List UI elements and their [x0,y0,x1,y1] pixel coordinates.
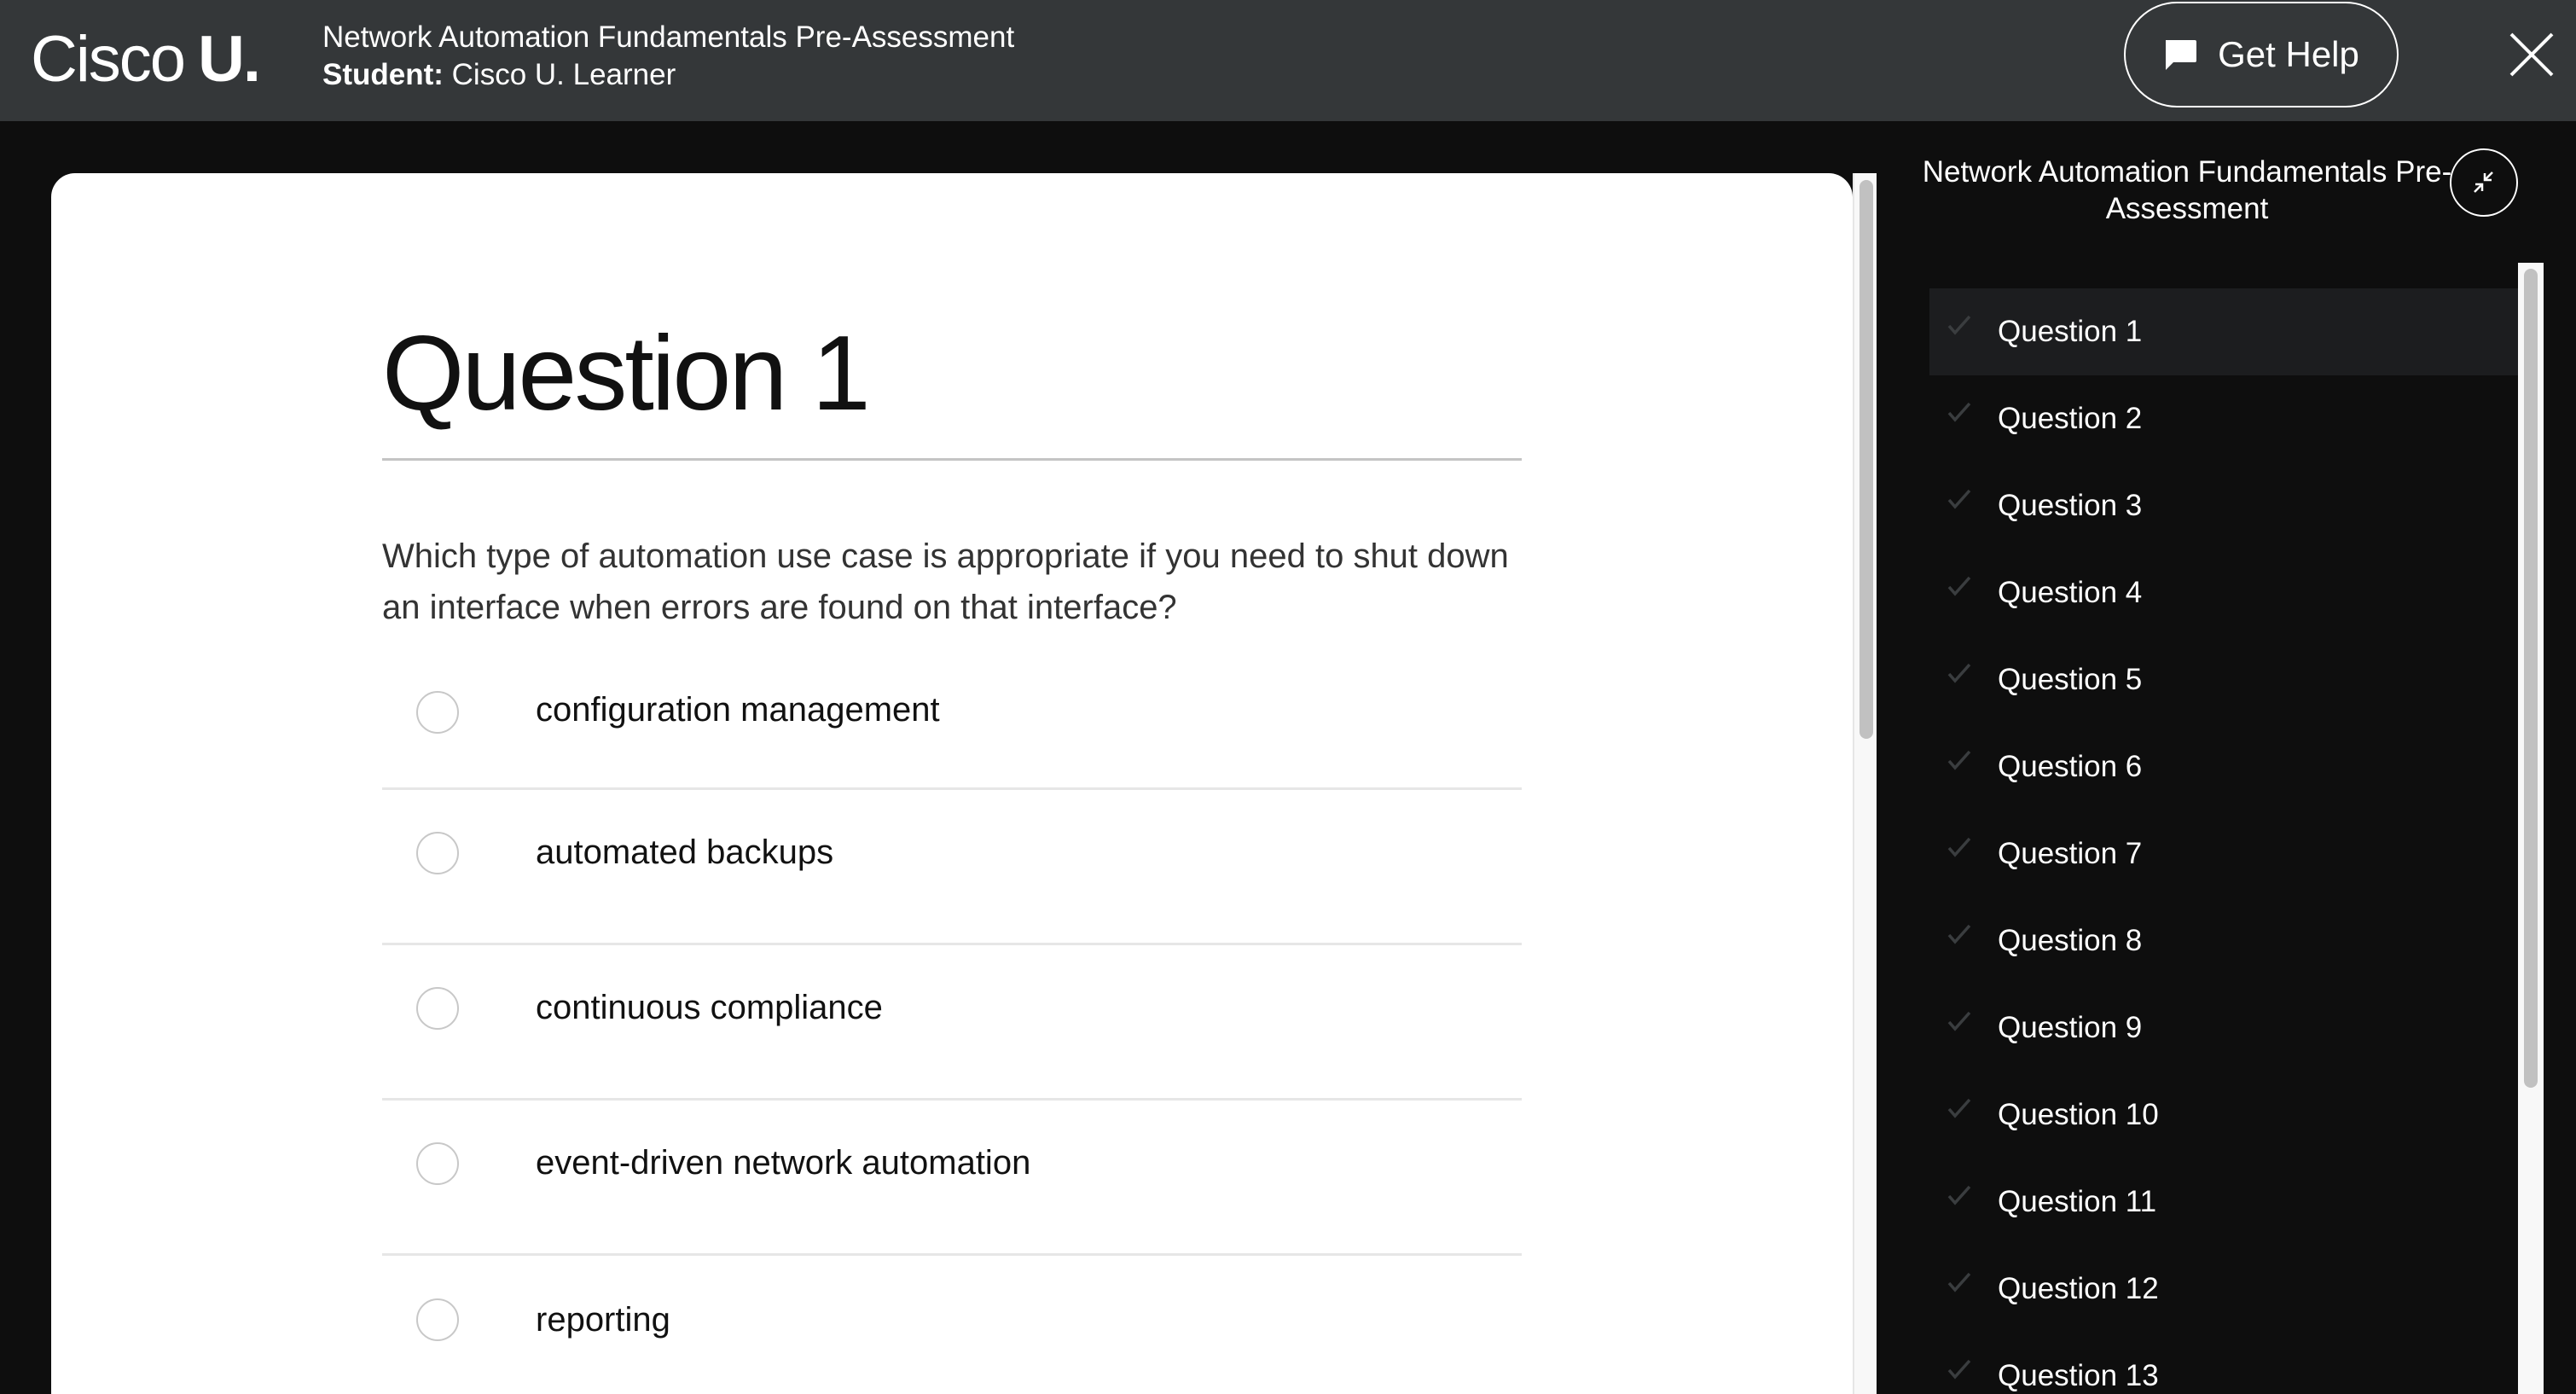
answer-option[interactable]: event-driven network automation [382,1101,1522,1256]
question-text: Which type of automation use case is app… [382,537,1509,626]
sidebar-item-question-10[interactable]: Question 10 [1929,1072,2518,1159]
sidebar-item-question-12[interactable]: Question 12 [1929,1246,2518,1333]
top-header: Cisco U. Network Automation Fundamentals … [0,0,2576,121]
sidebar-title: Network Automation Fundamentals Pre-Asse… [1922,155,2452,225]
question-card: Question 1 Which type of automation use … [51,173,1853,1394]
sidebar-scrollbar-thumb[interactable] [2524,269,2538,1088]
sidebar-item-label: Question 9 [1998,1011,2143,1044]
radio-button[interactable] [416,1298,459,1341]
check-icon [1947,750,1971,770]
check-icon [1947,1359,1971,1379]
sidebar-item-label: Question 6 [1998,750,2143,783]
option-label: continuous compliance [536,989,883,1026]
check-icon [1947,1011,1971,1031]
cisco-u-logo: Cisco U. [31,17,261,102]
close-button[interactable] [2508,31,2556,78]
answer-option[interactable]: automated backups [382,790,1522,945]
logo-text-bold: U. [198,23,261,96]
card-scrollbar[interactable] [1853,173,1877,1394]
course-title: Network Automation Fundamentals Pre-Asse… [322,20,1015,54]
radio-button[interactable] [416,1141,459,1185]
sidebar-item-label: Question 13 [1998,1359,2159,1392]
sidebar-item-label: Question 3 [1998,489,2143,522]
collapse-icon [2474,171,2493,193]
sidebar-item-label: Question 5 [1998,663,2143,696]
sidebar-item-label: Question 11 [1998,1185,2157,1218]
question-title: Question 1 [382,315,871,433]
question-content: Question 1 Which type of automation use … [382,173,1522,1394]
option-label: reporting [536,1300,670,1339]
check-icon [1947,315,1971,335]
check-icon [1947,1098,1971,1118]
student-label: Student: [322,58,444,91]
sidebar-item-question-3[interactable]: Question 3 [1929,462,2518,549]
sidebar-item-question-6[interactable]: Question 6 [1929,723,2518,810]
sidebar-item-label: Question 7 [1998,837,2143,870]
check-icon [1947,1272,1971,1292]
radio-button[interactable] [416,831,459,874]
option-label: automated backups [536,833,834,871]
sidebar-item-label: Question 12 [1998,1272,2159,1305]
answer-option[interactable]: configuration management [382,671,1522,790]
check-icon [1947,1185,1971,1205]
title-divider [382,458,1522,461]
sidebar-item-label: Question 2 [1998,402,2143,435]
sidebar-item-question-9[interactable]: Question 9 [1929,985,2518,1072]
card-scrollbar-thumb[interactable] [1859,180,1873,739]
sidebar-scrollbar[interactable] [2518,263,2544,1394]
radio-button[interactable] [416,986,459,1030]
sidebar-item-label: Question 8 [1998,924,2143,957]
answer-options: configuration management automated backu… [382,671,1522,1394]
sidebar-item-label: Question 4 [1998,576,2143,609]
check-icon [1947,489,1971,509]
student-name: Cisco U. Learner [451,58,676,91]
sidebar-item-label: Question 1 [1998,315,2143,348]
option-label: configuration management [536,691,940,729]
sidebar-item-question-4[interactable]: Question 4 [1929,549,2518,636]
check-icon [1947,576,1971,596]
sidebar-item-question-5[interactable]: Question 5 [1929,636,2518,723]
close-icon [2509,32,2554,77]
radio-button[interactable] [416,691,459,734]
collapse-sidebar-button[interactable] [2450,148,2518,217]
get-help-button[interactable]: Get Help [2124,2,2399,107]
get-help-label: Get Help [2218,34,2359,74]
sidebar-item-question-7[interactable]: Question 7 [1929,810,2518,897]
answer-option[interactable]: continuous compliance [382,945,1522,1101]
header-info: Network Automation Fundamentals Pre-Asse… [322,19,1014,94]
question-nav-list: Question 1 Question 2 Question 3 Question 4… [1929,288,2518,1394]
check-icon [1947,663,1971,683]
logo-text-light: Cisco [31,23,186,96]
sidebar-item-question-2[interactable]: Question 2 [1929,375,2518,462]
student-info: Student: Cisco U. Learner [322,56,1014,94]
sidebar-item-question-13[interactable]: Question 13 [1929,1333,2518,1394]
option-label: event-driven network automation [536,1144,1031,1182]
check-icon [1947,924,1971,944]
chat-bubble-icon [2163,38,2197,72]
answer-option[interactable]: reporting [382,1256,1522,1394]
sidebar-item-question-1[interactable]: Question 1 [1929,288,2518,375]
sidebar-item-question-11[interactable]: Question 11 [1929,1159,2518,1246]
check-icon [1947,402,1971,422]
check-icon [1947,837,1971,857]
sidebar-item-question-8[interactable]: Question 8 [1929,897,2518,985]
sidebar-item-label: Question 10 [1998,1098,2159,1131]
